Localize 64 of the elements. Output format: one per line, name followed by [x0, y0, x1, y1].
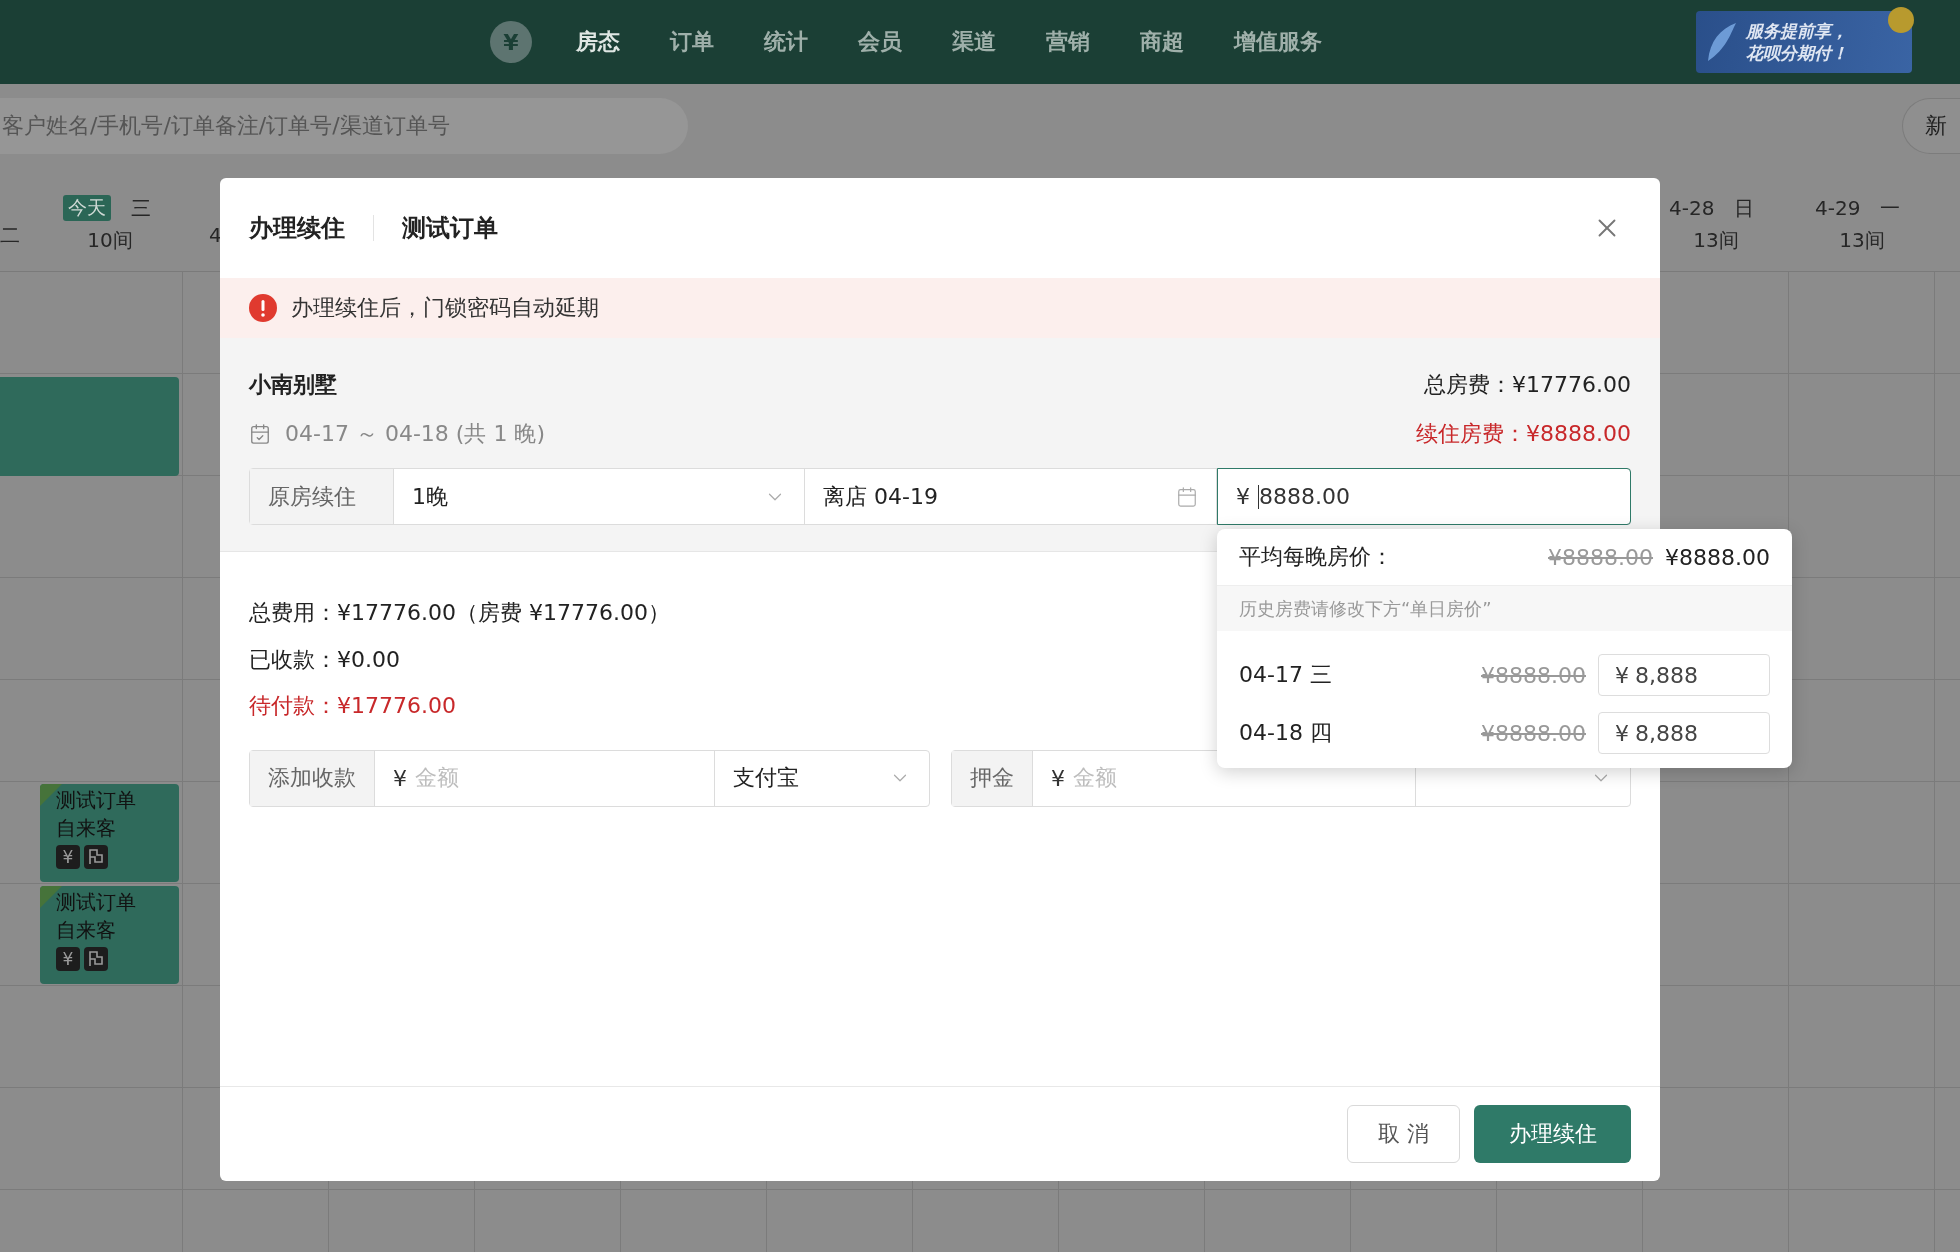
- night-date: 04-17 三: [1239, 661, 1333, 689]
- nav-tab[interactable]: 订单: [670, 27, 714, 57]
- calendar-check-icon: [249, 422, 271, 445]
- nav-tab[interactable]: 营销: [1046, 27, 1090, 57]
- extension-fee: 续住房费：¥8888.00: [1416, 419, 1631, 448]
- day-date: 4-28: [1669, 196, 1715, 220]
- weekday-label: 一: [1880, 194, 1901, 222]
- payment-badge: ¥: [56, 947, 80, 971]
- nightly-price-field[interactable]: ¥ 8,888: [1598, 654, 1770, 696]
- banner-text: 服务提前享，: [1746, 20, 1849, 42]
- weekday-label: 二: [0, 221, 20, 249]
- extend-type-label: 原房续住: [250, 469, 394, 524]
- payment-summary-line: 总费用：¥17776.00（房费 ¥17776.00）: [249, 599, 670, 627]
- new-button[interactable]: 新: [1902, 98, 1960, 154]
- average-price-label: 平均每晚房价：: [1239, 543, 1394, 571]
- room-count: 13间: [1692, 227, 1740, 254]
- nav-tab[interactable]: 统计: [764, 27, 808, 57]
- app-logo: ¥: [490, 21, 532, 63]
- nav-tab[interactable]: 房态: [576, 27, 620, 57]
- alert-text: 办理续住后，门锁密码自动延期: [291, 294, 599, 322]
- room-count: 13间: [1838, 227, 1886, 254]
- flag-icon: [84, 845, 108, 869]
- weekday-label: 日: [1734, 194, 1755, 222]
- payment-summary-line: 待付款：¥17776.00: [249, 692, 456, 720]
- total-room-fee: 总房费：¥17776.00: [1424, 370, 1631, 399]
- room-name: 小南别墅: [249, 370, 337, 399]
- coin-icon: [1888, 7, 1914, 33]
- error-icon: [249, 294, 277, 322]
- nav-tab[interactable]: 商超: [1140, 27, 1184, 57]
- payment-type-label: 押金: [952, 750, 1033, 806]
- dialog-title: 办理续住: [249, 213, 345, 244]
- weekday-label: 三: [131, 194, 151, 222]
- checkout-date-field[interactable]: 离店 04-19: [805, 469, 1217, 524]
- day-date: 4-29: [1815, 196, 1861, 220]
- guest-source: 自来客: [56, 917, 117, 944]
- booking-card[interactable]: 测试订单 自来客 ¥: [40, 886, 179, 984]
- new-price: ¥8888.00: [1665, 544, 1770, 570]
- text-cursor: [1258, 484, 1259, 509]
- guest-source: 自来客: [56, 815, 117, 842]
- confirm-button[interactable]: 办理续住: [1474, 1105, 1631, 1163]
- old-price: ¥8888.00: [1548, 544, 1653, 570]
- order-name: 测试订单: [402, 213, 498, 244]
- old-price: ¥8888.00: [1481, 662, 1586, 688]
- booking-card[interactable]: 测试订单 自来客 ¥: [40, 784, 179, 882]
- order-title: 测试订单: [56, 787, 137, 814]
- room-count: 10间: [86, 227, 134, 254]
- flag-icon: [84, 947, 108, 971]
- nights-select[interactable]: 1晚: [394, 469, 805, 524]
- nav-tab[interactable]: 增值服务: [1234, 27, 1322, 57]
- cancel-button[interactable]: 取 消: [1347, 1105, 1460, 1163]
- today-badge: 今天: [63, 195, 111, 221]
- nightly-price-field[interactable]: ¥ 8,888: [1598, 712, 1770, 754]
- nav-tab[interactable]: 渠道: [952, 27, 996, 57]
- stay-dates: 04-17 ～ 04-18 (共 1 晚): [285, 419, 545, 448]
- order-title: 测试订单: [56, 889, 137, 916]
- payment-badge: ¥: [56, 845, 80, 869]
- banner-text: 花呗分期付！: [1746, 42, 1849, 64]
- hint-text: 历史房费请修改下方“单日房价”: [1217, 586, 1792, 631]
- night-date: 04-18 四: [1239, 719, 1333, 747]
- nav-tab[interactable]: 会员: [858, 27, 902, 57]
- calendar-icon: [1176, 485, 1198, 508]
- payment-summary-line: 已收款：¥0.00: [249, 645, 400, 674]
- old-price: ¥8888.00: [1481, 720, 1586, 746]
- day-date: 4: [209, 223, 222, 247]
